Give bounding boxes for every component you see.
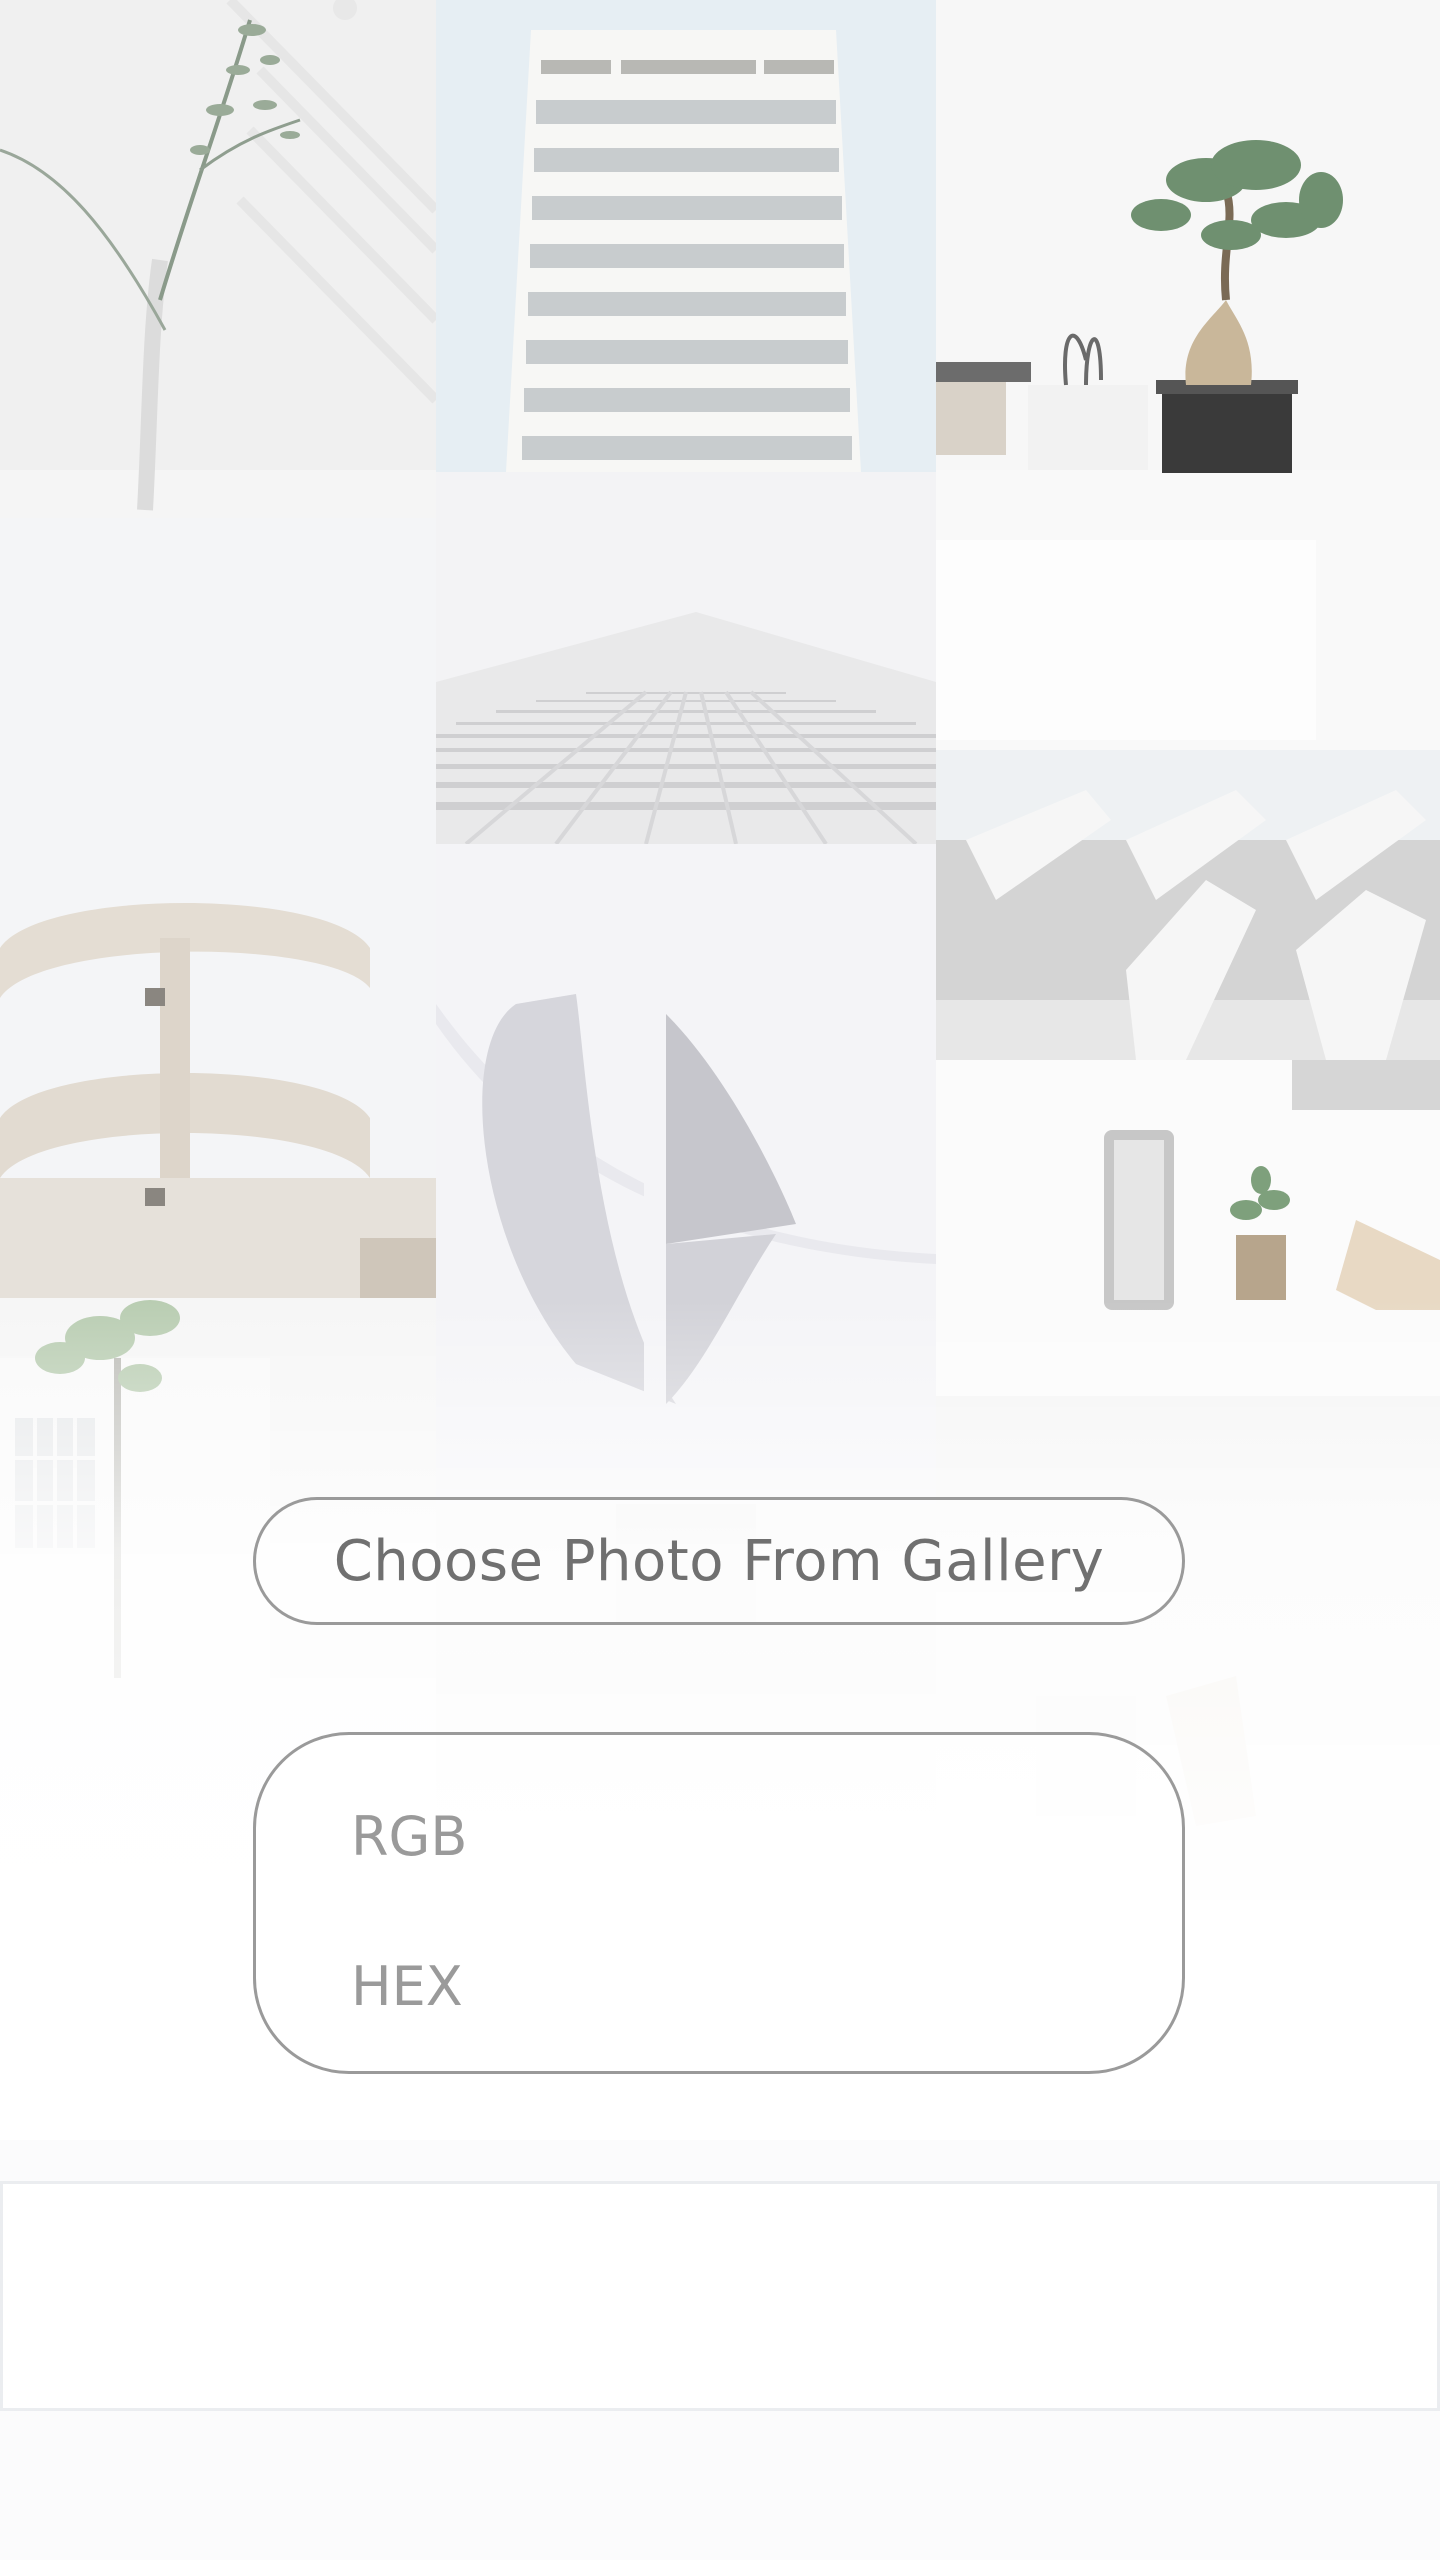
gallery-photo-bonsai	[936, 0, 1440, 750]
gallery-photo-spiral-balconies	[0, 518, 436, 1298]
color-readout-card: RGB HEX	[253, 1732, 1185, 2074]
rgb-row: RGB	[351, 1805, 491, 1868]
app-screen: Choose Photo From Gallery RGB HEX	[0, 0, 1440, 2560]
gallery-photo-grid-facade	[436, 472, 936, 844]
gallery-photo-speaker	[936, 1060, 1440, 1396]
hex-label: HEX	[351, 1955, 463, 2018]
hex-row: HEX	[351, 1955, 487, 2018]
choose-photo-from-gallery-button[interactable]: Choose Photo From Gallery	[253, 1497, 1185, 1625]
gallery-photo-concrete-fins	[936, 750, 1440, 1060]
rgb-label: RGB	[351, 1805, 468, 1868]
gallery-photo-curved-arch	[436, 844, 936, 1504]
gallery-photo-tower	[436, 0, 936, 472]
gallery-photo-vase	[0, 0, 436, 518]
bottom-panel	[0, 2181, 1440, 2411]
